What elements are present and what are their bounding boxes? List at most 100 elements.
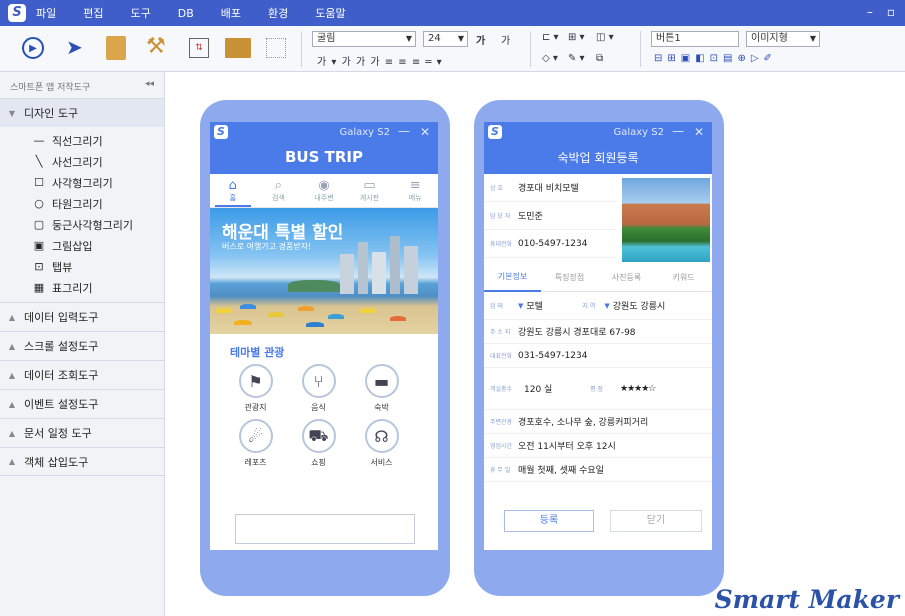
tool-rounded-rect[interactable]: ▢ 둥근사각형그리기: [0, 214, 164, 235]
device-titlebar: S Galaxy S2 — ✕: [210, 122, 438, 144]
menu-deploy[interactable]: 배포: [221, 5, 241, 21]
category-lodging[interactable]: ▬ 숙박: [350, 364, 413, 413]
section-event[interactable]: ▲ 이벤트 설정도구: [0, 389, 164, 418]
register-button[interactable]: 등록: [504, 510, 594, 532]
menu-settings[interactable]: 환경: [268, 5, 288, 21]
phone-preview-bus-trip[interactable]: S Galaxy S2 — ✕ BUS TRIP ⌂ 홈 ⌕ 검색 ◉ 내주변 ▭ 게시…: [200, 100, 450, 596]
nav-label: 메뉴: [408, 194, 422, 202]
nav-nearby[interactable]: ◉ 내주변: [306, 178, 342, 207]
category-leisure[interactable]: ☄ 레포츠: [224, 419, 287, 468]
category-label: 서비스: [370, 458, 393, 467]
rectangle-icon: ☐: [34, 176, 44, 189]
fill-icon[interactable]: ◇ ▾: [542, 53, 558, 64]
device-close[interactable]: ✕: [420, 125, 430, 139]
promo-banner[interactable]: 해운대 특별 할인 버스로 여행가고 경품받자!: [210, 208, 438, 334]
play-icon[interactable]: ▶: [22, 37, 44, 59]
banner-title: 해운대 특별 할인: [222, 223, 344, 243]
field-key: 담 당 자: [490, 213, 511, 220]
section-document-schedule[interactable]: ▲ 문서 일정 도구: [0, 418, 164, 447]
pointer-icon[interactable]: ➤: [66, 35, 83, 59]
tab-features[interactable]: 특징장점: [541, 265, 598, 291]
field-value[interactable]: 010-5497-1234: [518, 239, 587, 249]
hours-field[interactable]: 오전 11시부터 오후 12시: [518, 439, 616, 452]
align-icon[interactable]: ⊏ ▾: [542, 32, 559, 43]
collapse-icon[interactable]: ◂◂: [145, 79, 154, 89]
address-field[interactable]: 강원도 강릉시 경포대로 67-98: [518, 325, 636, 338]
minimize-button[interactable]: –: [867, 5, 873, 19]
region-select[interactable]: 강원도 강릉시: [613, 299, 666, 312]
line-color-icon[interactable]: ✎ ▾: [568, 53, 585, 64]
section-data-query[interactable]: ▲ 데이터 조회도구: [0, 360, 164, 389]
layout-icon[interactable]: ⊞ ▾: [568, 32, 585, 43]
device-close[interactable]: ✕: [694, 125, 704, 139]
section-object-insert[interactable]: ▲ 객체 삽입도구: [0, 447, 164, 476]
category-service[interactable]: ☊ 서비스: [350, 419, 413, 468]
category-shopping[interactable]: ⛟ 쇼핑: [287, 419, 350, 468]
fork-icon: ⑂: [301, 364, 336, 398]
phone-row: 대표전화 031-5497-1234: [484, 344, 712, 368]
design-canvas[interactable]: S Galaxy S2 — ✕ BUS TRIP ⌂ 홈 ⌕ 검색 ◉ 내주변 ▭ 게시…: [166, 72, 905, 616]
tool-line[interactable]: — 직선그리기: [0, 130, 164, 151]
nearby-field[interactable]: 경포호수, 소나무 숲, 강릉커피거리: [518, 415, 648, 428]
nav-menu[interactable]: ≡ 메뉴: [397, 178, 433, 207]
text-input-box[interactable]: [235, 514, 415, 544]
category-select[interactable]: 모텔: [526, 299, 582, 312]
sidebar: 스마트폰 앱 저작도구 ◂◂ ▼ 디자인 도구 — 직선그리기 ╲ 사선그리기 ☐ 사…: [0, 72, 165, 616]
field-value[interactable]: 경포대 비치모텔: [518, 181, 579, 194]
rating-stars[interactable]: ★★★★☆: [620, 384, 656, 394]
control-name-field[interactable]: 버튼1: [651, 31, 739, 47]
maximize-button[interactable]: ▫: [887, 5, 895, 19]
category-tourism[interactable]: ⚑ 관광지: [224, 364, 287, 413]
section-design-tools[interactable]: ▼ 디자인 도구: [0, 98, 164, 127]
signpost-icon: ⚑: [238, 364, 273, 398]
category-food[interactable]: ⑂ 음식: [287, 364, 350, 413]
menu-edit[interactable]: 편집: [83, 5, 103, 21]
section-label: 문서 일정 도구: [24, 427, 92, 440]
holiday-field[interactable]: 매월 첫째, 셋째 수요일: [518, 463, 604, 476]
paste-icon[interactable]: [106, 36, 126, 60]
tool-ellipse[interactable]: ○ 타원그리기: [0, 193, 164, 214]
tool-table[interactable]: ▦ 표그리기: [0, 277, 164, 298]
section-data-input[interactable]: ▲ 데이터 입력도구: [0, 302, 164, 331]
tab-photos[interactable]: 사진등록: [598, 265, 655, 291]
section-scroll[interactable]: ▲ 스크롤 설정도구: [0, 331, 164, 360]
copy-icon[interactable]: ⧉: [596, 53, 603, 64]
tool-rectangle[interactable]: ☐ 사각형그리기: [0, 172, 164, 193]
layer-icon[interactable]: ◫ ▾: [596, 32, 614, 43]
grow-font-button[interactable]: 가: [476, 32, 485, 47]
umbrella-image: [234, 320, 252, 325]
phone-preview-lodging-register[interactable]: S Galaxy S2 — ✕ 숙박업 회원등록 상 호 경포대 비치모텔 담 당…: [474, 100, 724, 596]
field-value[interactable]: 도민준: [518, 209, 543, 222]
tool-tabview[interactable]: ⊡ 탭뷰: [0, 256, 164, 277]
phone-field[interactable]: 031-5497-1234: [518, 351, 587, 361]
sort-icon[interactable]: ⇅: [189, 38, 209, 58]
tab-basic-info[interactable]: 기본정보: [484, 264, 541, 292]
device-minimize[interactable]: —: [398, 124, 410, 138]
menu-help[interactable]: 도움말: [315, 5, 345, 21]
rooms-field[interactable]: 120 실: [518, 382, 590, 395]
font-select[interactable]: 굴림 ▼: [312, 31, 416, 47]
image-type-select[interactable]: 이미지형 ▼: [746, 31, 820, 47]
shrink-font-button[interactable]: 가: [501, 32, 510, 47]
category-label: 음식: [311, 403, 326, 412]
menu-file[interactable]: 파일: [36, 5, 56, 21]
close-button[interactable]: 닫기: [610, 510, 702, 532]
tool-diagonal[interactable]: ╲ 사선그리기: [0, 151, 164, 172]
object-tools-row[interactable]: ⊟⊞▣◧⊡▤⊕▷✐: [654, 53, 777, 64]
device-minimize[interactable]: —: [672, 124, 684, 138]
brush-icon[interactable]: ⚒: [146, 34, 166, 59]
nav-board[interactable]: ▭ 게시판: [352, 178, 388, 207]
nav-home[interactable]: ⌂ 홈: [214, 178, 251, 207]
grid-icon[interactable]: [266, 38, 286, 58]
toolbar-divider: [530, 31, 531, 67]
text-format-row[interactable]: 가 ▾ 가 가 가 ≡ ≡ ≡ ═ ▾: [317, 53, 443, 68]
font-size-select[interactable]: 24 ▼: [423, 31, 468, 47]
nav-search[interactable]: ⌕ 검색: [260, 178, 296, 207]
field-key: 객실총수: [490, 386, 513, 393]
tool-image[interactable]: ▣ 그림삽입: [0, 235, 164, 256]
tab-keywords[interactable]: 키워드: [655, 265, 712, 291]
menu-db[interactable]: DB: [178, 7, 194, 20]
ruler-icon[interactable]: [225, 38, 251, 58]
menu-tools[interactable]: 도구: [131, 5, 151, 21]
device-logo: S: [488, 125, 502, 139]
